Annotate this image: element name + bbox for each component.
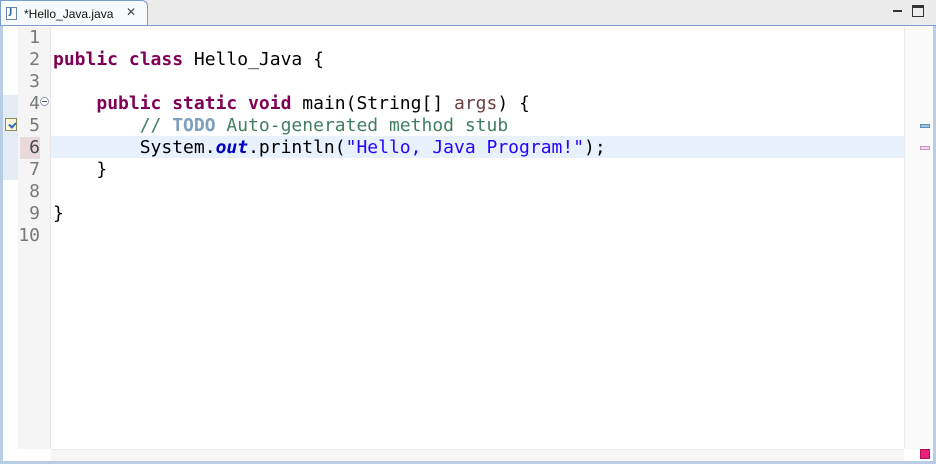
comment: Auto-generated method stub <box>215 115 509 136</box>
code-line[interactable]: // TODO Auto-generated method stub <box>53 115 508 137</box>
line-number: 3 <box>29 71 40 92</box>
line-number: 9 <box>29 203 40 224</box>
maximize-icon[interactable] <box>912 5 924 17</box>
overview-line-marker[interactable] <box>920 146 930 150</box>
java-file-icon: J <box>6 7 17 20</box>
string-literal: "Hello, Java Program!" <box>345 137 585 158</box>
code-text: } <box>96 159 108 180</box>
code-line[interactable]: public class Hello_Java { <box>53 49 324 71</box>
code-text: .println( <box>248 137 346 158</box>
horizontal-scrollbar[interactable] <box>51 449 904 461</box>
line-number: 8 <box>29 181 40 202</box>
code-line-current[interactable]: System.out.println("Hello, Java Program!… <box>53 137 606 159</box>
static-field: out <box>215 137 249 158</box>
error-indicator-icon[interactable] <box>920 449 930 459</box>
code-text: ) { <box>497 93 530 114</box>
editor-tab[interactable]: J *Hello_Java.java ✕ <box>0 0 148 26</box>
annotation-ruler <box>3 27 18 449</box>
tab-title: *Hello_Java.java <box>24 7 114 21</box>
task-marker-icon[interactable] <box>5 118 17 131</box>
code-text: } <box>53 203 64 224</box>
line-number-current: 6 <box>20 137 40 159</box>
code-text: System. <box>139 137 216 158</box>
code-text: ); <box>584 137 606 158</box>
code-text: Hello_Java { <box>183 49 324 70</box>
parameter: args <box>454 93 498 114</box>
overview-task-marker[interactable] <box>920 124 930 128</box>
line-number: 4 <box>29 93 40 114</box>
minimize-icon[interactable] <box>892 5 904 17</box>
code-line[interactable]: public static void main(String[] args) { <box>53 93 530 115</box>
comment: // <box>139 115 173 136</box>
code-editor[interactable] <box>0 25 936 464</box>
line-number: 2 <box>29 49 40 70</box>
code-line[interactable]: } <box>53 203 64 225</box>
code-line[interactable]: } <box>53 159 107 181</box>
line-number: 7 <box>29 159 40 180</box>
method-range-indicator <box>3 95 18 180</box>
line-number: 1 <box>29 27 40 48</box>
overview-ruler[interactable] <box>904 27 933 449</box>
keyword: public class <box>53 49 184 70</box>
line-number: 5 <box>29 115 40 136</box>
todo-tag: TODO <box>172 115 216 136</box>
close-icon[interactable]: ✕ <box>126 5 136 19</box>
code-text: main(String[] <box>291 93 454 114</box>
keyword: public static void <box>96 93 292 114</box>
fold-collapse-icon[interactable] <box>40 97 49 106</box>
line-number: 10 <box>18 225 40 246</box>
